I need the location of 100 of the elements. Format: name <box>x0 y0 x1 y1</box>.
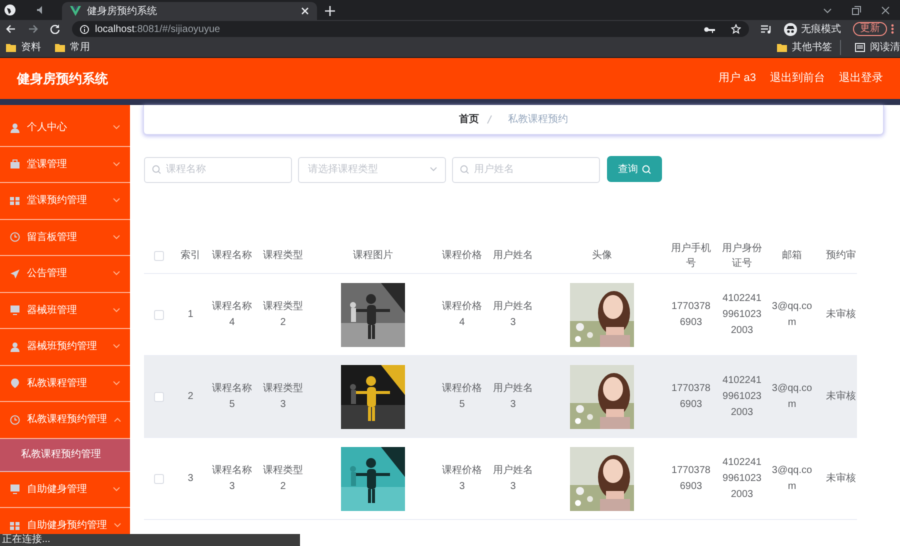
person-icon <box>10 122 20 133</box>
search-icon <box>152 165 161 174</box>
v-logo-icon <box>70 6 81 16</box>
header-link[interactable]: 用户 a3 <box>718 70 756 87</box>
search-field[interactable]: 用户姓名 <box>452 156 600 182</box>
table-cell-text: 课程名称5 <box>211 382 253 412</box>
table-cell-text: 17703786903 <box>670 464 712 494</box>
table-cell-text: 410224199610232003 <box>722 292 762 338</box>
restore-icon[interactable] <box>852 6 861 15</box>
monitor-icon <box>10 305 20 316</box>
key-icon[interactable] <box>704 26 715 32</box>
clock-icon <box>10 414 20 425</box>
monitor-icon <box>10 484 20 494</box>
search-field[interactable]: 课程名称 <box>144 156 292 182</box>
table-cell-text: 课程类型3 <box>262 382 304 412</box>
info-icon <box>80 24 89 34</box>
tab-title: 健身房预约系统 <box>87 4 158 18</box>
more-icon[interactable] <box>891 24 894 34</box>
table-cell-text: 410224199610232003 <box>722 374 762 420</box>
table-cell-text: 未审核 <box>826 308 856 322</box>
table-cell-text: 用户姓名3 <box>492 382 534 412</box>
playlist-icon[interactable] <box>761 24 772 34</box>
paper-plane-icon <box>10 268 20 279</box>
search-icon <box>460 165 469 174</box>
browser-tab[interactable]: 健身房预约系统 <box>62 2 317 20</box>
column-header: 预约审 <box>826 248 856 263</box>
table-cell-text: 课程名称4 <box>211 300 253 330</box>
column-header: 用户姓名 <box>493 248 533 263</box>
new-tab-icon[interactable] <box>325 6 335 16</box>
bookmark-link[interactable]: 阅读清 <box>855 40 900 55</box>
row-checkbox[interactable] <box>154 310 164 320</box>
table-cell-text: 3@qq.com <box>771 300 813 330</box>
folder-icon <box>777 43 787 52</box>
table-cell-text: 未审核 <box>826 390 856 404</box>
table-cell-text: 课程类型2 <box>262 300 304 330</box>
briefcase-icon <box>10 159 20 170</box>
row-checkbox[interactable] <box>154 392 164 402</box>
table-cell-text: 3 <box>188 472 194 486</box>
table-cell-text: 用户姓名3 <box>492 300 534 330</box>
column-header: 课程价格 <box>442 248 482 263</box>
search-icon <box>642 164 651 174</box>
reload-icon[interactable] <box>50 24 60 34</box>
course-type-select[interactable]: 请选择课程类型 <box>298 156 446 182</box>
forward-arrow-icon[interactable] <box>28 24 38 34</box>
address-bar[interactable]: localhost:8081/#/sijiaoyuyue <box>72 21 749 37</box>
column-header: 课程类型 <box>263 248 303 263</box>
table-cell-text: 未审核 <box>826 472 856 486</box>
table-cell-text: 课程名称3 <box>211 464 253 494</box>
table-cell-text: 3@qq.com <box>771 382 813 412</box>
row-checkbox[interactable] <box>154 474 164 484</box>
close-icon[interactable] <box>881 6 890 15</box>
bookmark-link[interactable]: 常用 <box>55 40 90 55</box>
table-cell-text: 课程价格3 <box>441 464 483 494</box>
table-cell-text: 2 <box>188 390 194 404</box>
update-button[interactable]: 更新 <box>853 22 887 36</box>
search-button[interactable]: 查询 <box>607 156 662 182</box>
grid-icon <box>10 196 20 206</box>
grid-icon <box>10 520 20 531</box>
column-header: 用户手机号 <box>670 242 712 270</box>
folder-icon <box>6 43 16 52</box>
breadcrumb-link[interactable]: 私教课程预约 <box>508 112 568 127</box>
breadcrumb-link[interactable]: 首页 <box>459 112 479 127</box>
submenu-item[interactable]: 私教课程预约管理 <box>0 438 130 472</box>
star-icon[interactable] <box>731 24 741 34</box>
map-pin-icon <box>10 378 20 388</box>
bookmark-link[interactable]: 资料 <box>6 40 41 55</box>
status-tooltip: 正在连接... <box>0 534 300 546</box>
table-cell-text: 1 <box>188 308 194 322</box>
reading-list-icon <box>855 43 865 52</box>
clock-icon <box>10 232 20 242</box>
column-header: 课程名称 <box>212 249 252 263</box>
column-header: 头像 <box>592 248 612 263</box>
table-cell-text: 课程价格4 <box>441 300 483 330</box>
table-row[interactable]: 2 课程名称5 课程类型3 课程价格5 用户姓名3 17703786903 410224199610232003 3@qq.com 未审核 <box>144 356 857 438</box>
column-header: 用户身份证号 <box>721 242 763 270</box>
header-link[interactable]: 退出到前台 <box>770 70 825 87</box>
table-cell-text: 17703786903 <box>670 382 712 412</box>
incognito-icon <box>784 22 797 36</box>
column-header: 邮箱 <box>782 248 802 263</box>
table-cell-text: 课程类型2 <box>262 464 304 494</box>
folder-icon <box>55 43 65 52</box>
chevron-down-icon <box>430 167 437 172</box>
select-all-checkbox[interactable] <box>154 250 164 260</box>
bookmark-link[interactable]: 其他书签 <box>777 40 841 55</box>
table-cell-text: 17703786903 <box>670 300 712 330</box>
table-cell-text: 3@qq.com <box>771 464 813 494</box>
back-arrow-icon[interactable] <box>6 24 16 34</box>
column-header: 索引 <box>180 248 200 263</box>
app-title: 健身房预约系统 <box>17 70 108 88</box>
slash-icon <box>487 115 492 124</box>
table-cell-text: 410224199610232003 <box>722 456 762 502</box>
chevron-down-icon[interactable] <box>823 8 832 14</box>
column-header: 课程图片 <box>353 248 393 263</box>
table-cell-text: 课程价格5 <box>441 382 483 412</box>
header-link[interactable]: 退出登录 <box>839 70 883 87</box>
url-text: localhost:8081/#/sijiaoyuyue <box>95 22 222 36</box>
person-icon <box>10 342 20 352</box>
incognito-label: 无痕模式 <box>801 22 841 36</box>
globe-icon[interactable] <box>4 4 16 16</box>
table-cell-text: 用户姓名3 <box>492 464 534 494</box>
